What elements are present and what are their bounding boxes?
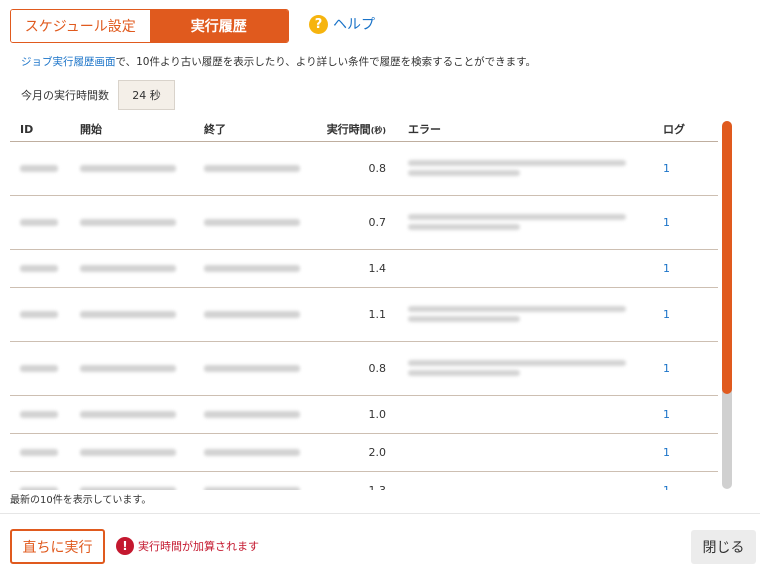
cell-duration: 2.0 — [318, 433, 398, 472]
cell-id — [10, 433, 70, 472]
monthly-usage-value: 24 秒 — [118, 80, 175, 110]
cell-start — [70, 249, 194, 288]
cell-id — [10, 341, 70, 396]
column-header-duration: 実行時間(秒) — [318, 118, 398, 142]
log-link[interactable]: 1 — [663, 408, 670, 421]
table-row: 0.8 1 — [10, 141, 718, 196]
cell-log: 1 — [653, 471, 718, 490]
cell-duration: 0.7 — [318, 195, 398, 250]
warning-icon: ! — [116, 537, 134, 555]
column-header-id: ID — [10, 118, 70, 142]
column-header-duration-unit: (秒) — [370, 126, 386, 136]
cell-error — [398, 471, 653, 490]
footer-note: 最新の10件を表示しています。 — [10, 495, 152, 506]
cell-log: 1 — [653, 249, 718, 288]
table-header-row: ID 開始 終了 実行時間(秒) エラー ログ — [10, 118, 718, 142]
column-header-error: エラー — [398, 118, 653, 142]
close-button[interactable]: 閉じる — [691, 530, 756, 564]
help-link[interactable]: ? ヘルプ — [309, 14, 375, 34]
column-header-end: 終了 — [194, 118, 318, 142]
cell-start — [70, 141, 194, 196]
cell-error — [398, 249, 653, 288]
run-now-button[interactable]: 直ちに実行 — [10, 529, 105, 564]
cell-log: 1 — [653, 195, 718, 250]
cell-end — [194, 471, 318, 490]
table-row: 0.8 1 — [10, 341, 718, 396]
log-link[interactable]: 1 — [663, 446, 670, 459]
cell-duration: 1.0 — [318, 395, 398, 434]
tab-schedule-settings[interactable]: スケジュール設定 — [11, 10, 150, 42]
description-body: で、10件より古い履歴を表示したり、より詳しい条件で履歴を検索することができます… — [115, 56, 537, 68]
cell-duration: 1.1 — [318, 287, 398, 342]
table-row: 0.7 1 — [10, 195, 718, 250]
column-header-duration-label: 実行時間 — [326, 123, 371, 137]
cell-log: 1 — [653, 433, 718, 472]
description-text: ジョブ実行履歴画面で、10件より古い履歴を表示したり、より詳しい条件で履歴を検索… — [21, 54, 536, 69]
column-header-start: 開始 — [70, 118, 194, 142]
log-link[interactable]: 1 — [663, 262, 670, 275]
log-link[interactable]: 1 — [663, 362, 670, 375]
cell-start — [70, 471, 194, 490]
cell-start — [70, 395, 194, 434]
help-icon: ? — [309, 14, 328, 34]
cell-end — [194, 395, 318, 434]
cell-end — [194, 141, 318, 196]
log-link[interactable]: 1 — [663, 484, 670, 491]
cell-end — [194, 341, 318, 396]
log-link[interactable]: 1 — [663, 162, 670, 175]
table-scrollbar-thumb[interactable] — [722, 121, 732, 394]
cell-start — [70, 287, 194, 342]
job-history-link[interactable]: ジョブ実行履歴画面 — [21, 56, 116, 68]
cell-duration: 0.8 — [318, 341, 398, 396]
cell-end — [194, 433, 318, 472]
cell-duration: 1.3 — [318, 471, 398, 490]
cell-error — [398, 433, 653, 472]
cell-start — [70, 341, 194, 396]
tab-execution-history[interactable]: 実行履歴 — [149, 10, 288, 42]
cell-error — [398, 195, 653, 250]
cell-start — [70, 433, 194, 472]
cell-error — [398, 141, 653, 196]
table-scrollbar[interactable] — [722, 121, 732, 489]
cell-id — [10, 195, 70, 250]
column-header-log: ログ — [653, 118, 718, 142]
cell-id — [10, 141, 70, 196]
history-table-container: ID 開始 終了 実行時間(秒) エラー ログ 0.8 1 0.7 1 1.4 1 1.1 1… — [10, 118, 722, 490]
cell-id — [10, 395, 70, 434]
cell-id — [10, 287, 70, 342]
cell-log: 1 — [653, 287, 718, 342]
log-link[interactable]: 1 — [663, 308, 670, 321]
cell-end — [194, 195, 318, 250]
cell-log: 1 — [653, 141, 718, 196]
cell-id — [10, 471, 70, 490]
monthly-usage-label: 今月の実行時間数 — [21, 89, 109, 102]
cell-id — [10, 249, 70, 288]
cell-error — [398, 395, 653, 434]
cell-error — [398, 341, 653, 396]
help-label: ヘルプ — [333, 17, 375, 33]
cell-end — [194, 249, 318, 288]
tab-group: スケジュール設定 実行履歴 — [10, 9, 289, 43]
table-row: 2.0 1 — [10, 433, 718, 472]
cell-log: 1 — [653, 341, 718, 396]
run-warning: ! 実行時間が加算されます — [116, 537, 259, 555]
table-row: 1.0 1 — [10, 395, 718, 434]
table-row: 1.1 1 — [10, 287, 718, 342]
run-warning-text: 実行時間が加算されます — [138, 540, 259, 553]
monthly-usage: 今月の実行時間数 24 秒 — [21, 80, 175, 110]
table-row: 1.4 1 — [10, 249, 718, 288]
log-link[interactable]: 1 — [663, 216, 670, 229]
table-row: 1.3 1 — [10, 471, 718, 490]
cell-duration: 0.8 — [318, 141, 398, 196]
cell-duration: 1.4 — [318, 249, 398, 288]
footer-divider — [0, 513, 760, 514]
cell-log: 1 — [653, 395, 718, 434]
cell-end — [194, 287, 318, 342]
cell-error — [398, 287, 653, 342]
history-table: ID 開始 終了 実行時間(秒) エラー ログ 0.8 1 0.7 1 1.4 1 1.1 1… — [10, 118, 718, 490]
cell-start — [70, 195, 194, 250]
